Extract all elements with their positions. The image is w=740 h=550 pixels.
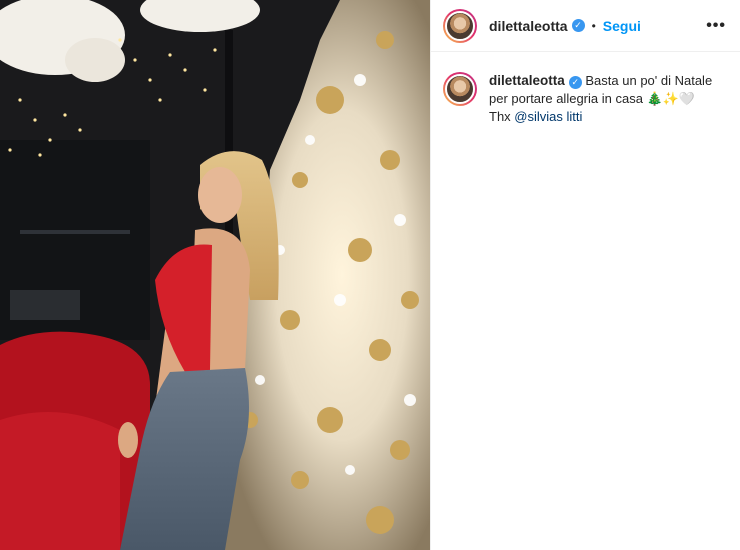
caption-avatar[interactable] [443,72,477,106]
avatar-image [445,74,475,104]
header-username[interactable]: dilettaleotta [489,18,568,34]
white-heart-emoji: 🤍 [678,91,696,106]
sparkles-emoji: ✨ [662,91,679,106]
christmas-tree-emoji: 🎄 [646,91,663,106]
caption-thanks: Thx [489,109,511,124]
verified-badge-icon: ✓ [568,76,582,89]
post-header: dilettaleotta ✓ • Segui ••• [431,0,740,52]
photo-illustration [0,0,430,550]
caption-mention-link[interactable]: @silvias litti [514,109,582,124]
avatar-image [445,10,475,41]
caption-username[interactable]: dilettaleotta [489,73,565,88]
post-side-panel: dilettaleotta ✓ • Segui ••• dilettaleott… [430,0,740,550]
verified-badge-icon: ✓ [571,19,585,32]
header-avatar[interactable] [443,8,477,43]
post-caption: dilettaleotta ✓ Basta un po' di Natale pe… [431,52,740,126]
caption-text: dilettaleotta ✓ Basta un po' di Natale pe… [489,72,719,126]
more-options-icon[interactable]: ••• [706,17,726,35]
header-separator: • [591,18,596,33]
post-photo[interactable] [0,0,430,550]
follow-button[interactable]: Segui [603,18,641,34]
